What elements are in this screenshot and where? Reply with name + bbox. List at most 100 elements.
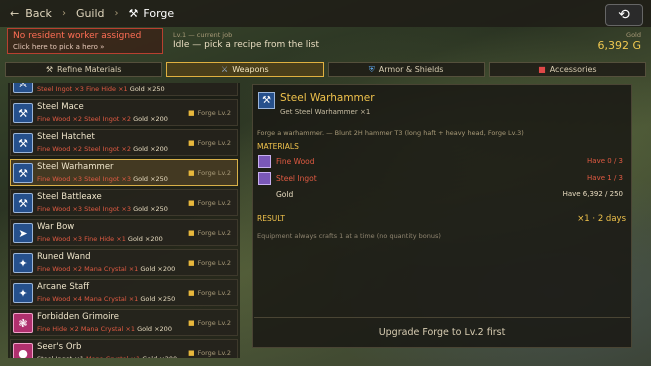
lock-requirement: Forge Lv.2 xyxy=(197,259,231,267)
material-cost: Steel Ingot ×3 xyxy=(84,175,131,183)
lock-requirement: Forge Lv.2 xyxy=(197,289,231,297)
recipe-lock: ■ Forge Lv.2 xyxy=(188,109,231,117)
tab-accessories[interactable]: ■ Accessories xyxy=(488,62,646,77)
recipe-item[interactable]: ⚒ Steel Warhammer Fine Wood ×3 Steel Ingot… xyxy=(10,159,238,186)
recipe-lock: ■ Forge Lv.2 xyxy=(188,139,231,147)
recipe-item[interactable]: ⚔ Steel Ingot ×3 Fine Hide ×1 Gold ×250 xyxy=(10,83,238,96)
material-cost: Gold ×250 xyxy=(129,85,165,93)
material-have: Have 1 / 3 xyxy=(587,174,623,182)
weapon-icon: ⚔ xyxy=(13,83,33,93)
back-button[interactable]: ← Back xyxy=(10,7,52,20)
hammer-icon: ⚒ xyxy=(45,65,54,74)
material-cost: Gold ×200 xyxy=(140,265,176,273)
weapon-icon: ❃ xyxy=(13,313,33,333)
recipe-item[interactable]: ❃ Forbidden Grimoire Fine Hide ×2 Mana Cry… xyxy=(10,309,238,336)
recipe-name: Forbidden Grimoire xyxy=(37,312,119,322)
tab-armor-shields[interactable]: ⛨ Armor & Shields xyxy=(327,62,485,77)
upgrade-forge-button[interactable]: Upgrade Forge to Lv.2 first xyxy=(254,317,630,347)
weapon-icon: ✦ xyxy=(13,283,33,303)
recipe-materials: Fine Wood ×3 Steel Ingot ×3 Gold ×250 xyxy=(37,205,168,213)
lock-icon: ■ xyxy=(187,289,195,297)
recipe-detail-panel: ⚒ Steel Warhammer Get Steel Warhammer ×1… xyxy=(252,84,632,348)
gold-cost-label: Gold xyxy=(276,189,294,199)
weapon-icon: ➤ xyxy=(13,223,33,243)
lock-requirement: Forge Lv.2 xyxy=(197,229,231,237)
recipe-item[interactable]: ● Seer's Orb Steel Ingot ×1 Mana Crystal ×… xyxy=(10,339,238,358)
material-cost: Mana Crystal ×1 xyxy=(80,325,136,333)
material-cost: Fine Wood ×4 xyxy=(37,295,83,303)
material-cost: Steel Ingot ×1 xyxy=(37,355,84,358)
material-cost: Gold ×200 xyxy=(142,355,177,358)
lock-icon: ■ xyxy=(187,169,195,177)
recipe-lock: ■ Forge Lv.2 xyxy=(188,349,231,357)
recipe-list[interactable]: ⚔ Steel Ingot ×3 Fine Hide ×1 Gold ×250 ⚒ S… xyxy=(8,83,240,358)
lock-requirement: Forge Lv.2 xyxy=(197,349,231,357)
ingot-icon xyxy=(258,171,271,185)
recipe-item[interactable]: ✦ Arcane Staff Fine Wood ×4 Mana Crystal ×… xyxy=(10,279,238,306)
back-arrow-icon: ← xyxy=(10,7,20,20)
recipe-item[interactable]: ➤ War Bow Fine Wood ×3 Fine Hide ×1 Gold ×… xyxy=(10,219,238,246)
recipe-item[interactable]: ⚒ Steel Hatchet Fine Wood ×2 Steel Ingot ×… xyxy=(10,129,238,156)
gold-cost-row: Gold Have 6,392 / 250 xyxy=(258,187,628,201)
wood-icon xyxy=(258,154,271,168)
recipe-lock: ■ Forge Lv.2 xyxy=(188,259,231,267)
result-note: Equipment always crafts 1 at a time (no … xyxy=(257,232,441,240)
lock-requirement: Forge Lv.2 xyxy=(197,199,231,207)
tab-weapons[interactable]: ⚔ Weapons xyxy=(166,62,324,77)
crossed-swords-icon: ⚔ xyxy=(221,65,229,74)
material-cost: Steel Ingot ×3 xyxy=(37,85,84,93)
tab-refine-materials[interactable]: ⚒ Refine Materials xyxy=(5,62,163,77)
materials-heading: MATERIALS xyxy=(257,142,299,151)
recipe-lock: ■ Forge Lv.2 xyxy=(188,169,231,177)
job-level: Lv.1 — current job xyxy=(173,31,233,39)
breadcrumb-forge: ⚒ Forge xyxy=(128,7,175,20)
gold-display: Gold 6,392 G xyxy=(597,31,641,52)
top-bar: ← Back › Guild › ⚒ Forge ⟲ xyxy=(0,0,651,27)
material-have: Have 0 / 3 xyxy=(587,157,623,165)
shield-icon: ⛨ xyxy=(368,64,375,74)
material-cost: Fine Wood ×3 xyxy=(37,175,83,183)
weapon-icon: ⚒ xyxy=(13,103,33,123)
material-cost: Gold ×250 xyxy=(133,205,168,213)
material-row: Fine Wood Have 0 / 3 xyxy=(258,154,628,168)
gold-cost-have: Have 6,392 / 250 xyxy=(562,190,623,198)
recipe-name: Steel Hatchet xyxy=(37,132,95,142)
recipe-name: War Bow xyxy=(37,222,75,232)
material-cost: Fine Wood ×2 xyxy=(37,145,83,153)
recipe-lock: ■ Forge Lv.2 xyxy=(188,229,231,237)
recipe-item[interactable]: ⚒ Steel Mace Fine Wood ×2 Steel Ingot ×2 G… xyxy=(10,99,238,126)
recipe-materials: Fine Wood ×3 Fine Hide ×1 Gold ×200 xyxy=(37,235,163,243)
result-heading: RESULT xyxy=(257,214,285,223)
recipe-materials: Fine Wood ×4 Mana Crystal ×1 Gold ×250 xyxy=(37,295,175,303)
undo-arrow-icon[interactable]: ⟲ xyxy=(605,4,643,26)
material-cost: Fine Hide ×1 xyxy=(85,85,128,93)
warhammer-icon: ⚒ xyxy=(258,92,275,109)
recipe-materials: Fine Hide ×2 Mana Crystal ×1 Gold ×200 xyxy=(37,325,172,333)
material-cost: Gold ×250 xyxy=(133,175,168,183)
weapon-icon: ● xyxy=(13,343,33,358)
breadcrumb-guild[interactable]: Guild xyxy=(76,7,105,20)
worker-hint: Click here to pick a hero » xyxy=(13,43,105,51)
material-cost: Gold ×200 xyxy=(133,145,168,153)
breadcrumb-separator: › xyxy=(114,8,119,19)
material-cost: Fine Wood ×2 xyxy=(37,265,83,273)
recipe-name: Steel Warhammer xyxy=(37,162,114,172)
material-cost: Mana Crystal ×1 xyxy=(84,295,139,303)
recipe-item[interactable]: ✦ Runed Wand Fine Wood ×2 Mana Crystal ×1 … xyxy=(10,249,238,276)
recipe-materials: Fine Wood ×3 Steel Ingot ×3 Gold ×250 xyxy=(37,175,168,183)
hammer-icon: ⚒ xyxy=(128,7,139,20)
lock-requirement: Forge Lv.2 xyxy=(197,139,231,147)
recipe-item[interactable]: ⚒ Steel Battleaxe Fine Wood ×3 Steel Ingot… xyxy=(10,189,238,216)
worker-assign-button[interactable]: No resident worker assigned Click here t… xyxy=(7,28,163,54)
material-cost: Fine Wood ×2 xyxy=(37,115,83,123)
material-cost: Steel Ingot ×2 xyxy=(84,115,131,123)
weapon-icon: ✦ xyxy=(13,253,33,273)
material-cost: Mana Crystal ×1 xyxy=(86,355,140,358)
recipe-name: Runed Wand xyxy=(37,252,91,262)
material-cost: Fine Hide ×2 xyxy=(37,325,79,333)
material-cost: Gold ×200 xyxy=(137,325,172,333)
material-cost: Fine Wood ×3 xyxy=(37,235,83,243)
material-cost: Gold ×250 xyxy=(140,295,176,303)
recipe-lock: ■ Forge Lv.2 xyxy=(188,289,231,297)
breadcrumb-separator: › xyxy=(61,8,66,19)
